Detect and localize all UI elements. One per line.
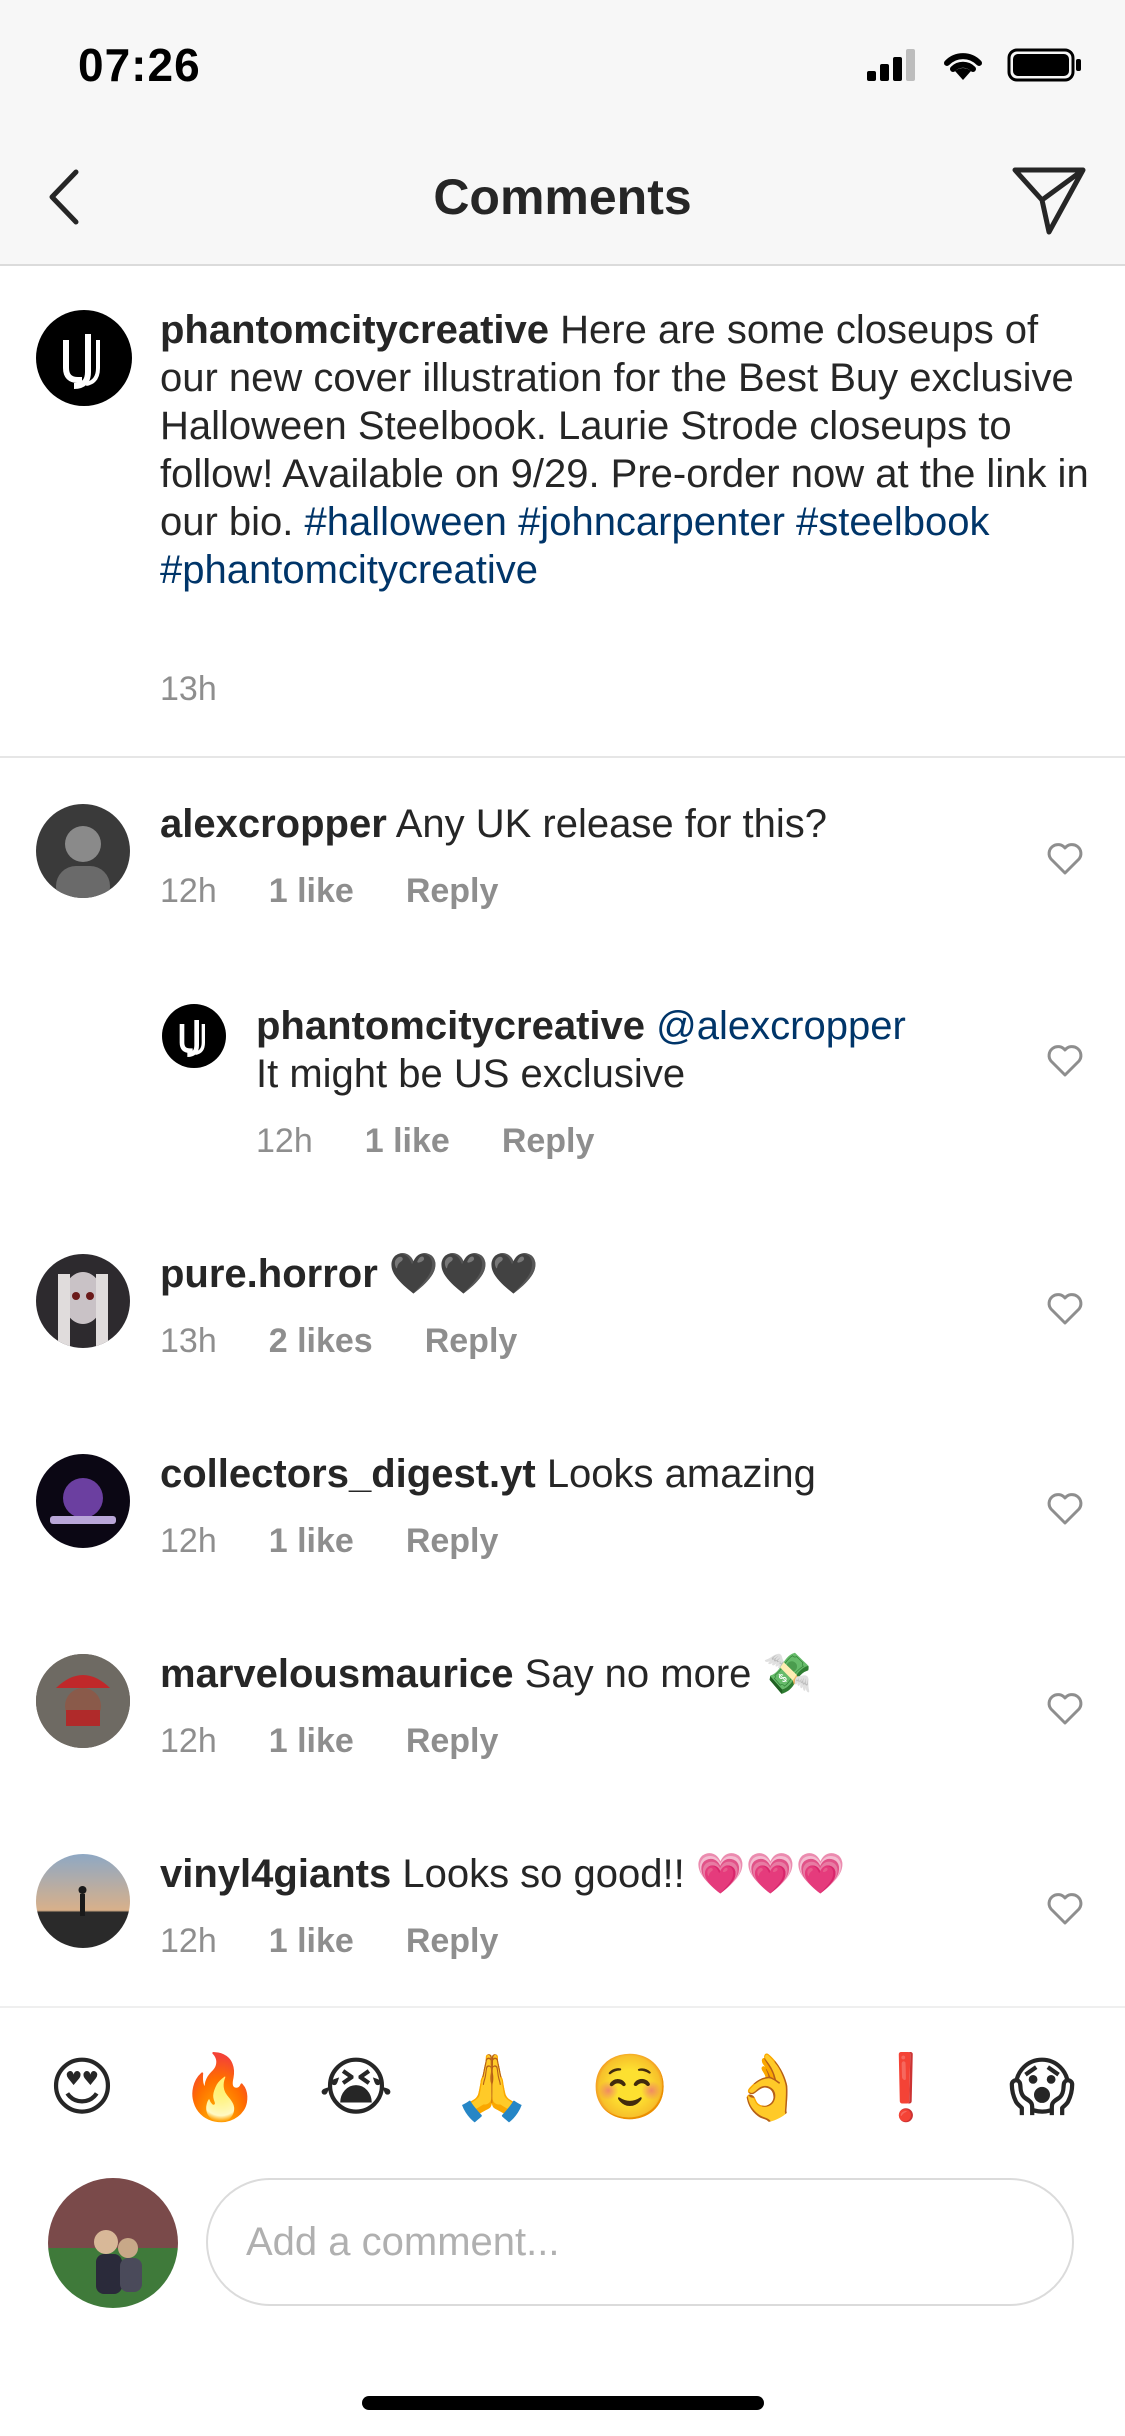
avatar[interactable] xyxy=(36,1654,130,1748)
reply-button[interactable]: Reply xyxy=(425,1322,518,1361)
comment-username[interactable]: marvelousmaurice xyxy=(160,1652,514,1696)
comment-item: collectors_digest.yt Looks amazing 12h 1… xyxy=(0,1450,1125,1590)
comment-time: 12h xyxy=(256,1122,313,1160)
comment-body: Say no more 💸 xyxy=(524,1652,813,1696)
comment-username[interactable]: vinyl4giants xyxy=(160,1852,391,1896)
comment-body: Any UK release for this? xyxy=(395,802,827,846)
comment-likes[interactable]: 1 like xyxy=(365,1122,450,1161)
comment-likes[interactable]: 1 like xyxy=(269,872,354,911)
send-icon[interactable] xyxy=(1009,162,1089,238)
home-indicator[interactable] xyxy=(362,2396,764,2410)
avatar[interactable] xyxy=(162,1004,226,1068)
quick-emoji-bar: 😍 🔥 😭 🙏 ☺️ 👌 ❗ 😱 xyxy=(0,2006,1125,2168)
page-title: Comments xyxy=(433,169,692,225)
heart-icon[interactable] xyxy=(1045,840,1085,876)
phantomcity-logo-icon xyxy=(63,334,100,389)
comment-time: 12h xyxy=(160,872,217,910)
emoji-pray-button[interactable]: 🙏 xyxy=(452,2048,532,2128)
post-caption: phantomcitycreative Here are some closeu… xyxy=(0,266,1125,758)
comment-time: 13h xyxy=(160,1322,217,1360)
comment-time: 12h xyxy=(160,1922,217,1960)
caption-username[interactable]: phantomcitycreative xyxy=(160,308,549,352)
emoji-fire-button[interactable]: 🔥 xyxy=(180,2048,260,2128)
comment-likes[interactable]: 1 like xyxy=(269,1522,354,1561)
caption-time: 13h xyxy=(160,670,217,708)
heart-icon[interactable] xyxy=(1045,1290,1085,1326)
avatar[interactable] xyxy=(36,1454,130,1548)
comment-text: phantomcitycreative @alexcropper It migh… xyxy=(256,1002,1016,1098)
reply-button[interactable]: Reply xyxy=(406,1922,499,1961)
comment-meta: 12h 1 like Reply xyxy=(160,1922,498,1961)
emoji-heart-eyes-button[interactable]: 😍 xyxy=(42,2048,122,2128)
hashtag[interactable]: #phantomcitycreative xyxy=(160,548,538,592)
avatar xyxy=(48,2178,178,2308)
comment-time: 12h xyxy=(160,1522,217,1560)
comment-username[interactable]: alexcropper xyxy=(160,802,387,846)
comment-likes[interactable]: 2 likes xyxy=(269,1322,373,1361)
comment-body: Looks amazing xyxy=(546,1452,816,1496)
comment-body: Looks so good!! 💗💗💗 xyxy=(402,1852,846,1896)
comment-username[interactable]: collectors_digest.yt xyxy=(160,1452,536,1496)
comment-text: pure.horror 🖤🖤🖤 xyxy=(160,1250,1000,1298)
status-bar: 07:26 xyxy=(0,0,1125,140)
status-icons xyxy=(867,48,1083,82)
nav-bar: Comments xyxy=(0,140,1125,266)
comment-mention[interactable]: @alexcropper xyxy=(656,1004,906,1048)
emoji-exclamation-button[interactable]: ❗ xyxy=(866,2048,946,2128)
heart-icon[interactable] xyxy=(1045,1690,1085,1726)
comment-meta: 12h 1 like Reply xyxy=(160,872,498,911)
comment-input[interactable] xyxy=(246,2220,1026,2265)
comment-composer xyxy=(0,2166,1125,2316)
hashtag[interactable]: #johncarpenter xyxy=(518,500,785,544)
hashtag[interactable]: #halloween xyxy=(305,500,507,544)
comment-item: pure.horror 🖤🖤🖤 13h 2 likes Reply xyxy=(0,1250,1125,1390)
comment-reply-item: phantomcitycreative @alexcropper It migh… xyxy=(0,1002,1125,1172)
heart-icon[interactable] xyxy=(1045,1042,1085,1078)
comment-likes[interactable]: 1 like xyxy=(269,1722,354,1761)
emoji-blush-button[interactable]: ☺️ xyxy=(590,2048,670,2128)
comment-item: vinyl4giants Looks so good!! 💗💗💗 12h 1 l… xyxy=(0,1850,1125,1990)
comment-item: marvelousmaurice Say no more 💸 12h 1 lik… xyxy=(0,1650,1125,1790)
avatar[interactable] xyxy=(36,1854,130,1948)
comment-meta: 12h 1 like Reply xyxy=(160,1722,498,1761)
comment-item: alexcropper Any UK release for this? 12h… xyxy=(0,800,1125,940)
signal-icon xyxy=(867,49,915,81)
status-time: 07:26 xyxy=(78,39,201,91)
heart-icon[interactable] xyxy=(1045,1490,1085,1526)
avatar[interactable] xyxy=(36,310,132,406)
avatar[interactable] xyxy=(36,804,130,898)
comment-text: alexcropper Any UK release for this? xyxy=(160,800,1000,848)
comment-time: 12h xyxy=(160,1722,217,1760)
wifi-icon xyxy=(944,53,982,80)
comment-username[interactable]: phantomcitycreative xyxy=(256,1004,645,1048)
comment-body: It might be US exclusive xyxy=(256,1052,686,1096)
comment-text: collectors_digest.yt Looks amazing xyxy=(160,1450,1000,1498)
comment-likes[interactable]: 1 like xyxy=(269,1922,354,1961)
reply-button[interactable]: Reply xyxy=(406,872,499,911)
comment-text: marvelousmaurice Say no more 💸 xyxy=(160,1650,1000,1698)
comment-username[interactable]: pure.horror xyxy=(160,1252,378,1296)
comment-meta: 12h 1 like Reply xyxy=(160,1522,498,1561)
comment-meta: 12h 1 like Reply xyxy=(256,1122,594,1161)
battery-icon xyxy=(1007,48,1081,82)
comment-body: 🖤🖤🖤 xyxy=(388,1252,539,1296)
avatar[interactable] xyxy=(36,1254,130,1348)
comment-meta: 13h 2 likes Reply xyxy=(160,1322,517,1361)
reply-button[interactable]: Reply xyxy=(406,1522,499,1561)
caption-text: phantomcitycreative Here are some closeu… xyxy=(160,306,1090,594)
emoji-scream-button[interactable]: 😱 xyxy=(1002,2048,1082,2128)
emoji-ok-hand-button[interactable]: 👌 xyxy=(728,2048,808,2128)
comment-text: vinyl4giants Looks so good!! 💗💗💗 xyxy=(160,1850,1000,1898)
reply-button[interactable]: Reply xyxy=(406,1722,499,1761)
reply-button[interactable]: Reply xyxy=(502,1122,595,1161)
emoji-crying-button[interactable]: 😭 xyxy=(316,2048,396,2128)
heart-icon[interactable] xyxy=(1045,1890,1085,1926)
comment-input-box[interactable] xyxy=(206,2178,1074,2306)
hashtag[interactable]: #steelbook xyxy=(796,500,989,544)
